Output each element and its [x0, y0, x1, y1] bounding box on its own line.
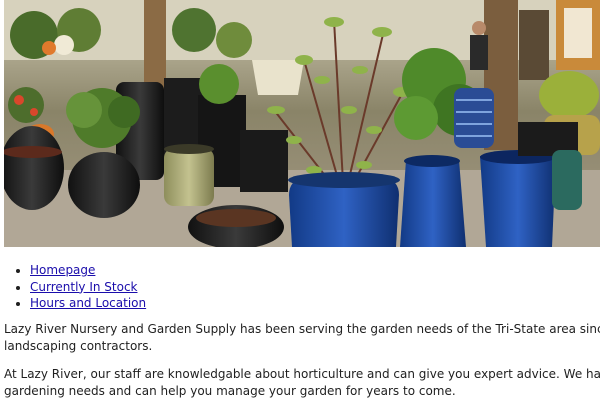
- staff-line-2: gardening needs and can help you manage …: [4, 383, 456, 398]
- page: Homepage Currently In Stock Hours and Lo…: [0, 0, 600, 400]
- currently-in-stock-link[interactable]: Currently In Stock: [30, 280, 138, 294]
- nav-item-currently-in-stock: Currently In Stock: [30, 279, 146, 296]
- hero-photo: [4, 0, 600, 247]
- intro-paragraph: Lazy River Nursery and Garden Supply has…: [4, 321, 600, 354]
- staff-paragraph: At Lazy River, our staff are knowledgabl…: [4, 366, 600, 399]
- intro-line-1: Lazy River Nursery and Garden Supply has…: [4, 322, 600, 336]
- homepage-link[interactable]: Homepage: [30, 263, 95, 277]
- nav-item-hours-and-location: Hours and Location: [30, 295, 146, 312]
- staff-line-1: At Lazy River, our staff are knowledgabl…: [4, 367, 600, 381]
- nav-item-homepage: Homepage: [30, 262, 146, 279]
- hours-and-location-link[interactable]: Hours and Location: [30, 296, 146, 310]
- intro-line-2: landscaping contractors.: [4, 338, 153, 353]
- site-nav: Homepage Currently In Stock Hours and Lo…: [0, 262, 146, 312]
